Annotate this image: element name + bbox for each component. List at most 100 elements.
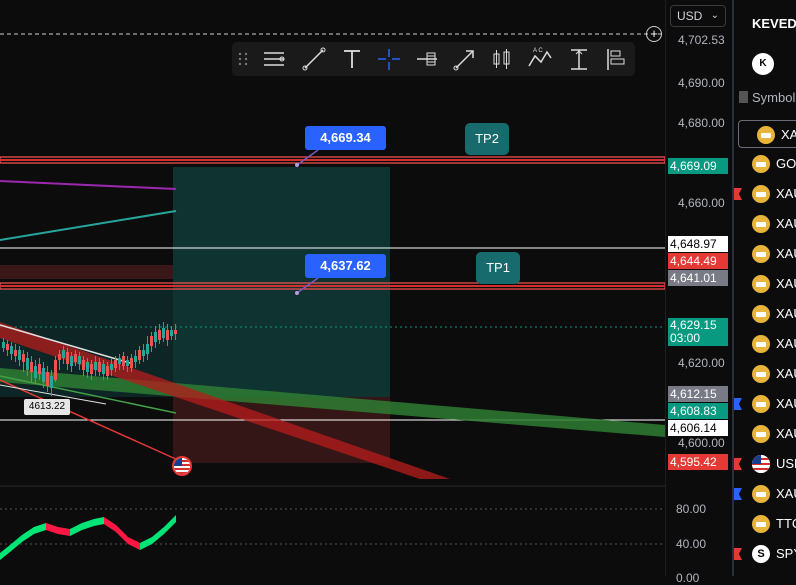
price-tick: 4,600.00 [678,436,725,450]
candle-body [98,362,101,372]
gold-symbol-icon [752,275,770,293]
row-flag-icon[interactable] [734,398,742,410]
oscillator-segment [34,523,46,534]
candle-body [154,332,157,342]
watchlist-row[interactable]: XAU [738,120,796,148]
price-callout-upper[interactable]: 4,669.34 [305,126,386,150]
candle-body [158,330,161,340]
watchlist-symbol: GOL [776,156,796,171]
tp1-label[interactable]: TP1 [476,252,520,284]
watchlist-row[interactable]: USD [734,450,796,478]
gold-symbol-icon [752,485,770,503]
teal-trend-line[interactable] [0,210,177,241]
watchlist-row[interactable]: XAU [734,480,796,508]
price-label: 4,612.15 [668,386,728,402]
candle-body [126,360,129,366]
candle-body [146,344,149,354]
gold-symbol-icon [752,245,770,263]
oscillator-series [0,515,176,560]
candle-body [22,354,25,362]
candle-body [66,352,69,364]
watchlist-symbol: SPY [776,546,796,561]
oscillator-segment [164,515,176,534]
osc-tick: 40.00 [676,537,707,551]
watchlist-row[interactable]: XAU [734,330,796,358]
watchlist-row[interactable]: XAU [734,210,796,238]
candle-body [162,328,165,338]
svg-text:A C: A C [533,48,543,54]
watchlist-row[interactable]: GOL [734,150,796,178]
watchlist-panel[interactable]: KEVEDO K Symbol XAU GOL XAU XAU XAU XAU XAU XAU… [732,0,796,576]
crosshair-icon[interactable] [375,46,403,72]
trend-line-icon[interactable] [300,46,328,72]
candle-body [138,350,141,360]
oscillator-segment [0,545,10,560]
tp2-label[interactable]: TP2 [465,123,509,155]
candle-body [134,356,137,362]
candle-body [42,368,45,382]
row-flag-icon[interactable] [734,488,742,500]
oscillator-segment [152,527,164,544]
candles-icon[interactable] [488,46,516,72]
candle-body [54,360,57,380]
watchlist-row[interactable]: XAU [734,390,796,418]
watchlist-row[interactable]: XAU [734,420,796,448]
watchlist-row[interactable]: XAU [734,180,796,208]
price-label: 4,641.01 [668,270,728,286]
gold-symbol-icon [752,305,770,323]
watchlist-row[interactable]: TTC [734,510,796,538]
text-icon[interactable] [338,46,366,72]
profit-zone[interactable] [173,167,390,397]
price-label: 4,648.97 [668,236,728,252]
candle-body [118,358,121,364]
candle-body [74,354,77,362]
price-label: 4,644.49 [668,253,728,269]
candle-body [86,362,89,372]
arrow-icon[interactable] [451,46,479,72]
gold-symbol-icon [752,215,770,233]
oscillator-segment [104,517,116,532]
chart-area[interactable]: A C 4,669.34 4,637.62 TP2 TP1 4613.22 + [0,0,665,576]
drag-handle-icon[interactable] [238,52,248,66]
us-flag-event-icon[interactable] [172,456,192,476]
candle-body [46,372,49,386]
candle-body [122,356,125,366]
price-label: 4,595.42 [668,454,728,470]
row-flag-icon[interactable] [734,548,742,560]
magenta-trend-line[interactable] [0,180,177,190]
price-axis[interactable]: 4,702.53 4,690.00 4,680.00 4,660.00 4,62… [665,0,733,585]
row-flag-icon[interactable] [734,458,742,470]
chart-canvas[interactable] [0,0,665,576]
symbol-column-header[interactable]: Symbol [739,90,795,105]
watchlist-symbol: XAU [776,216,796,231]
avatar[interactable]: K [752,53,774,75]
candle-body [170,330,173,336]
watchlist-row[interactable]: XAU [734,360,796,388]
gold-symbol-icon [752,185,770,203]
watchlist-row[interactable]: XAU [734,270,796,298]
candle-body [26,358,29,370]
low-price-tag: 4613.22 [24,399,70,415]
long-position-icon[interactable] [413,46,441,72]
watchlist-symbol: XAU [776,486,796,501]
price-label: 4,629.15 03:00 [668,318,728,346]
oscillator-segment [140,537,152,550]
drawing-toolbar[interactable]: A C [232,42,635,76]
watchlist-title[interactable]: KEVEDO [752,16,796,31]
watchlist-symbol: XAU [776,246,796,261]
gold-symbol-icon [752,365,770,383]
anchored-text-icon[interactable] [565,46,593,72]
price-callout-lower[interactable]: 4,637.62 [305,254,386,278]
abcd-pattern-icon[interactable]: A C [526,46,554,72]
row-flag-icon[interactable] [734,188,742,200]
watchlist-row[interactable]: XAU [734,240,796,268]
horizontal-lines-icon[interactable] [260,46,288,72]
bars-pattern-icon[interactable] [602,46,630,72]
watchlist-row[interactable]: XAU [734,300,796,328]
candle-body [58,354,61,360]
watchlist-row[interactable]: S SPY [734,540,796,568]
candle-body [50,376,53,388]
add-alert-plus-icon[interactable]: + [646,26,662,42]
currency-select[interactable]: USD ⌄ [670,5,726,27]
candle-body [166,330,169,340]
